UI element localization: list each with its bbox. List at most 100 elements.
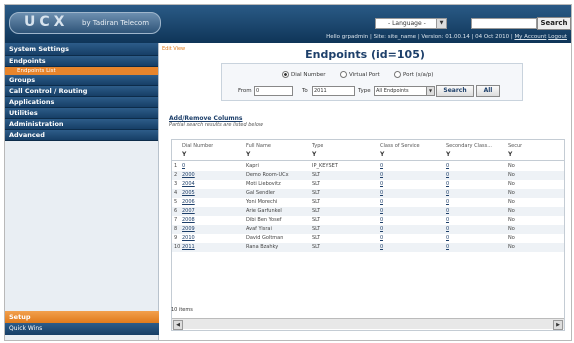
funnel-icon[interactable]: Y (182, 151, 186, 159)
sidebar-item-applications[interactable]: Applications (5, 97, 158, 108)
class-of-service-cell[interactable]: 0 (380, 171, 383, 180)
type-cell: SLT (312, 217, 321, 223)
dial-number-cell[interactable]: 2004 (182, 180, 195, 189)
dial-number-cell[interactable]: 2008 (182, 216, 195, 225)
class-of-service-cell[interactable]: 0 (380, 162, 383, 171)
app-window: UCX by Tadiran Telecom - Language - ▼ Se… (4, 4, 572, 341)
from-input[interactable]: 0 (254, 86, 293, 96)
radio-dial-number[interactable]: Dial Number (282, 71, 326, 78)
user-info-text: Hello grpadmin | Site: site_name | Versi… (326, 34, 515, 40)
table-row[interactable]: 6 2007 Arie Garfunkel SLT 0 0 No (172, 207, 564, 216)
table-row[interactable]: 5 2006 Yoni Morechi SLT 0 0 No (172, 198, 564, 207)
class-of-service-cell[interactable]: 0 (380, 189, 383, 198)
column-header-dial-number[interactable]: Dial Number (182, 142, 213, 151)
secondary-class-cell[interactable]: 0 (446, 162, 449, 171)
full-name-cell: Avaf Yisrai (246, 226, 272, 232)
table-filter-row: Y Y Y Y Y Y (172, 151, 564, 160)
sidebar-item-call-control[interactable]: Call Control / Routing (5, 86, 158, 97)
page-title: Endpoints (id=105) (305, 48, 425, 61)
dial-number-cell[interactable]: 2009 (182, 225, 195, 234)
sidebar-item-groups[interactable]: Groups (5, 75, 158, 86)
column-header-class-of-service[interactable]: Class of Service (380, 142, 420, 151)
language-select[interactable]: - Language - ▼ (375, 18, 447, 29)
funnel-icon[interactable]: Y (312, 151, 316, 159)
scroll-left-icon[interactable]: ◀ (173, 320, 183, 330)
sidebar: System Settings Endpoints Endpoints List… (5, 43, 162, 340)
secondary-class-cell[interactable]: 0 (446, 243, 449, 252)
sidebar-item-system-settings[interactable]: System Settings (5, 43, 158, 56)
column-header-secondary-class[interactable]: Secondary Class... (446, 142, 492, 151)
search-button[interactable]: Search (436, 85, 474, 97)
add-remove-columns-link[interactable]: Add/Remove Columns (169, 115, 243, 122)
table-row[interactable]: 9 2010 David Goltman SLT 0 0 No (172, 234, 564, 243)
class-of-service-cell[interactable]: 0 (380, 225, 383, 234)
funnel-icon[interactable]: Y (246, 151, 250, 159)
class-of-service-cell[interactable]: 0 (380, 198, 383, 207)
class-of-service-cell[interactable]: 0 (380, 207, 383, 216)
dial-number-cell[interactable]: 2000 (182, 171, 195, 180)
column-header-full-name[interactable]: Full Name (246, 142, 271, 151)
table-row[interactable]: 7 2008 Dibi Ben Yosef SLT 0 0 No (172, 216, 564, 225)
radio-unselected-icon (394, 71, 401, 78)
table-row[interactable]: 10 2011 Rana Bzahky SLT 0 0 No (172, 243, 564, 252)
funnel-icon[interactable]: Y (380, 151, 384, 159)
dial-number-cell[interactable]: 0 (182, 162, 185, 171)
table-row[interactable]: 2 2000 Demo Room-UCx SLT 0 0 No (172, 171, 564, 180)
dial-number-cell[interactable]: 2005 (182, 189, 195, 198)
top-search-button[interactable]: Search (537, 17, 571, 30)
radio-label: Virtual Port (349, 72, 380, 78)
sidebar-item-endpoints-list[interactable]: Endpoints List (5, 67, 158, 75)
dial-number-cell[interactable]: 2007 (182, 207, 195, 216)
secondary-class-cell[interactable]: 0 (446, 198, 449, 207)
radio-label: Port (s/a/p) (403, 72, 434, 78)
secondary-class-cell[interactable]: 0 (446, 234, 449, 243)
to-input[interactable]: 2011 (312, 86, 355, 96)
scroll-right-icon[interactable]: ▶ (553, 320, 563, 330)
sidebar-quick-wins-tab[interactable]: Quick Wins (5, 323, 162, 335)
horizontal-scrollbar[interactable]: ◀ ▶ (172, 318, 564, 330)
secondary-class-cell[interactable]: 0 (446, 180, 449, 189)
radio-virtual-port[interactable]: Virtual Port (340, 71, 380, 78)
type-select[interactable]: All Endpoints ▼ (374, 86, 435, 96)
sidebar-item-utilities[interactable]: Utilities (5, 108, 158, 119)
secondary-class-cell[interactable]: 0 (446, 216, 449, 225)
security-cell: No (508, 208, 515, 214)
secondary-class-cell[interactable]: 0 (446, 189, 449, 198)
class-of-service-cell[interactable]: 0 (380, 216, 383, 225)
logout-link[interactable]: Logout (548, 34, 567, 40)
dial-number-cell[interactable]: 2006 (182, 198, 195, 207)
full-name-cell: Kapri (246, 163, 259, 169)
sidebar-item-endpoints[interactable]: Endpoints (5, 56, 158, 67)
table-row[interactable]: 4 2005 Gal Sendler SLT 0 0 No (172, 189, 564, 198)
user-info-bar: Hello grpadmin | Site: site_name | Versi… (255, 34, 567, 40)
my-account-link[interactable]: My Account (514, 34, 546, 40)
table-row[interactable]: 3 2004 Moti Liebovitz SLT 0 0 No (172, 180, 564, 189)
security-cell: No (508, 244, 515, 250)
funnel-icon[interactable]: Y (508, 151, 512, 159)
column-header-type[interactable]: Type (312, 142, 323, 151)
row-number-cell: 1 (174, 163, 178, 169)
type-select-value: All Endpoints (376, 88, 409, 94)
secondary-class-cell[interactable]: 0 (446, 225, 449, 234)
type-cell: SLT (312, 199, 321, 205)
secondary-class-cell[interactable]: 0 (446, 207, 449, 216)
table-row[interactable]: 8 2009 Avaf Yisrai SLT 0 0 No (172, 225, 564, 234)
radio-port[interactable]: Port (s/a/p) (394, 71, 433, 78)
security-cell: No (508, 217, 515, 223)
main-content: Edit View Endpoints (id=105) Dial Number… (159, 43, 571, 340)
sidebar-item-administration[interactable]: Administration (5, 119, 158, 130)
secondary-class-cell[interactable]: 0 (446, 171, 449, 180)
funnel-icon[interactable]: Y (446, 151, 450, 159)
all-button[interactable]: All (476, 85, 500, 97)
class-of-service-cell[interactable]: 0 (380, 234, 383, 243)
class-of-service-cell[interactable]: 0 (380, 180, 383, 189)
dial-number-cell[interactable]: 2010 (182, 234, 195, 243)
sidebar-setup-tab[interactable]: Setup (5, 311, 162, 323)
class-of-service-cell[interactable]: 0 (380, 243, 383, 252)
column-header-security[interactable]: Secur (508, 142, 522, 151)
full-name-cell: Dibi Ben Yosef (246, 217, 282, 223)
table-row[interactable]: 1 0 Kapri IP_KEYSET 0 0 No (172, 162, 564, 171)
top-search-input[interactable] (471, 18, 537, 29)
sidebar-item-advanced[interactable]: Advanced (5, 130, 158, 141)
dial-number-cell[interactable]: 2011 (182, 243, 195, 252)
